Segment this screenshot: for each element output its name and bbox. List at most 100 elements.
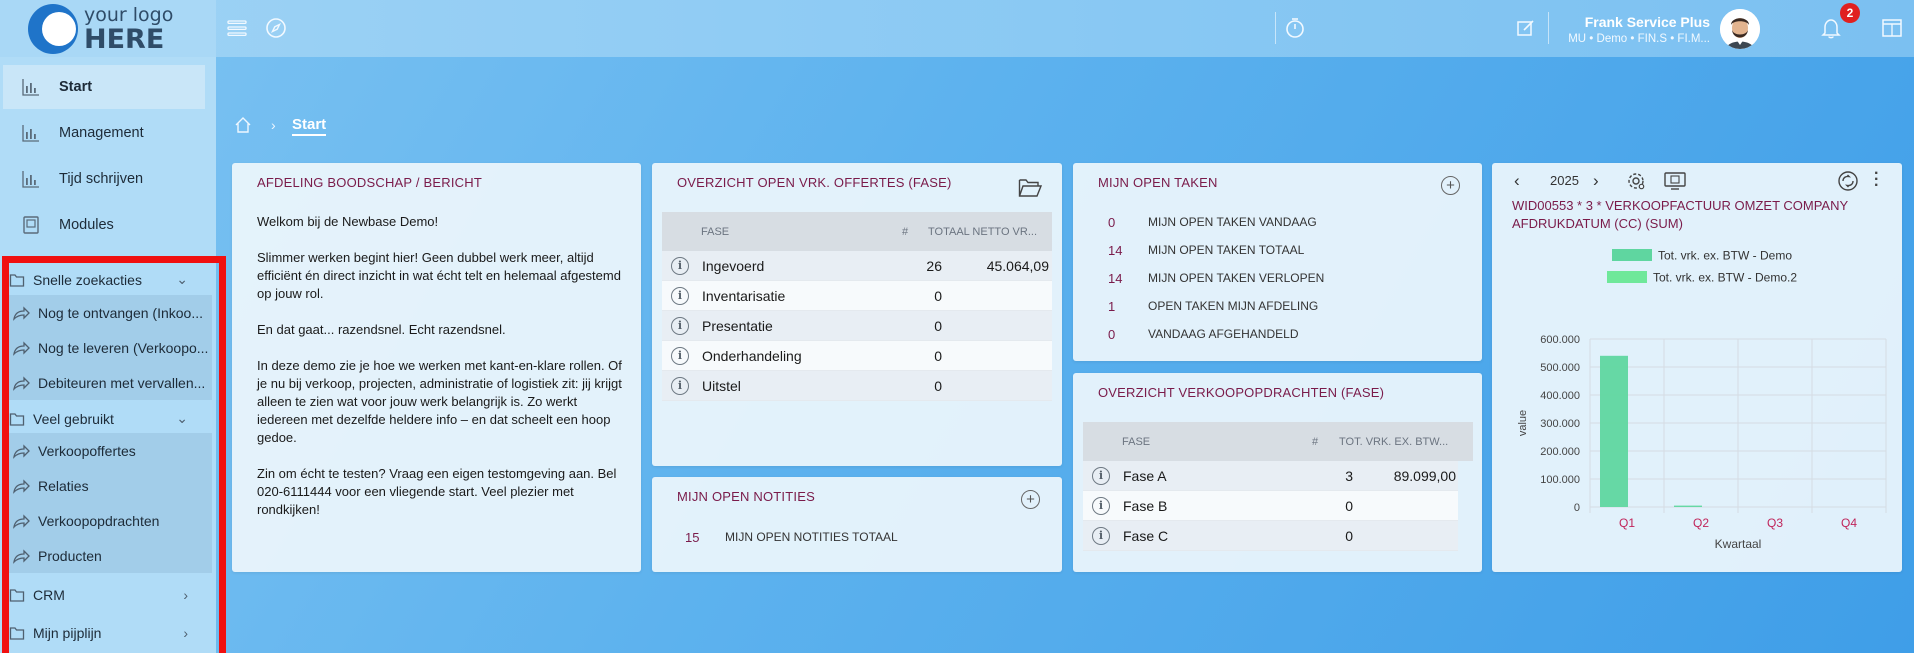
bar bbox=[1674, 505, 1702, 507]
info-icon[interactable]: i bbox=[671, 286, 689, 305]
sidebar-item-tijd-schrijven[interactable]: Tijd schrijven bbox=[3, 157, 205, 201]
info-icon[interactable]: i bbox=[1092, 496, 1110, 515]
row-total: 89.099,00 bbox=[1393, 467, 1456, 484]
opdrachten-card: OVERZICHT VERKOOPOPDRACHTEN (FASE) FASE … bbox=[1073, 373, 1482, 572]
sidebar-item-management[interactable]: Management bbox=[3, 111, 205, 155]
sidebar-item-label: Tijd schrijven bbox=[59, 171, 144, 187]
message-card: AFDELING BOODSCHAP / BERICHT Welkom bij … bbox=[232, 163, 641, 572]
column-header-fase[interactable]: FASE bbox=[1122, 436, 1150, 448]
table-header: FASE # TOTAAL NETTO VR... bbox=[662, 212, 1052, 251]
message-paragraph: Welkom bij de Newbase Demo! bbox=[257, 214, 439, 229]
table-row[interactable]: i Presentatie 0 bbox=[662, 311, 1052, 341]
y-tick-label: 400.000 bbox=[1540, 390, 1580, 402]
notities-row[interactable]: 15 MIJN OPEN NOTITIES TOTAAL bbox=[685, 527, 898, 547]
previous-year-button[interactable]: ‹ bbox=[1514, 171, 1520, 191]
settings-icon[interactable] bbox=[1626, 171, 1646, 194]
card-title: MIJN OPEN NOTITIES bbox=[677, 489, 815, 504]
taken-row[interactable]: 14 MIJN OPEN TAKEN TOTAAL bbox=[1108, 240, 1304, 260]
info-icon[interactable]: i bbox=[671, 316, 689, 335]
y-tick-label: 600.000 bbox=[1540, 334, 1580, 346]
column-header-count[interactable]: # bbox=[902, 226, 908, 238]
add-icon[interactable]: + bbox=[1021, 490, 1040, 509]
table-row[interactable]: i Inventarisatie 0 bbox=[662, 281, 1052, 311]
taken-label: MIJN OPEN TAKEN TOTAAL bbox=[1148, 243, 1305, 257]
taken-count: 0 bbox=[1108, 214, 1116, 230]
chart-title: WID00553 * 3 * VERKOOPFACTUUR OMZET COMP… bbox=[1512, 198, 1848, 231]
bell-icon[interactable] bbox=[1820, 17, 1842, 39]
row-count: 0 bbox=[1345, 527, 1353, 544]
logo-mark bbox=[28, 4, 78, 54]
taken-label: MIJN OPEN TAKEN VANDAAG bbox=[1148, 215, 1317, 229]
table-row[interactable]: i Fase A 3 89.099,00 bbox=[1083, 461, 1458, 491]
y-axis-title: value bbox=[1517, 410, 1529, 436]
table-header: FASE # TOT. VRK. EX. BTW... bbox=[1083, 422, 1473, 461]
home-icon[interactable] bbox=[234, 116, 252, 134]
next-year-button[interactable]: › bbox=[1593, 171, 1599, 191]
taken-label: VANDAAG AFGEHANDELD bbox=[1148, 327, 1299, 341]
legend-swatch bbox=[1607, 271, 1647, 283]
y-tick-label: 0 bbox=[1574, 502, 1580, 514]
logo[interactable]: your logo HERE bbox=[0, 0, 216, 57]
table-row[interactable]: i Uitstel 0 bbox=[662, 371, 1052, 401]
column-header-count[interactable]: # bbox=[1312, 436, 1318, 448]
card-title: OVERZICHT VERKOOPOPDRACHTEN (FASE) bbox=[1098, 385, 1385, 400]
info-icon[interactable]: i bbox=[1092, 466, 1110, 485]
sidebar-item-modules[interactable]: Modules bbox=[3, 203, 205, 247]
taken-count: 0 bbox=[1108, 326, 1116, 342]
taken-row[interactable]: 0 VANDAAG AFGEHANDELD bbox=[1108, 324, 1298, 344]
avatar[interactable] bbox=[1720, 9, 1760, 49]
timer-icon[interactable] bbox=[1284, 17, 1306, 39]
monitor-icon[interactable] bbox=[1664, 171, 1686, 194]
y-tick-label: 200.000 bbox=[1540, 446, 1580, 458]
x-tick-label: Q4 bbox=[1841, 516, 1857, 530]
legend-swatch bbox=[1612, 249, 1652, 261]
row-fase: Fase B bbox=[1123, 497, 1168, 514]
breadcrumb-current[interactable]: Start bbox=[292, 116, 327, 136]
chart-card: ‹ 2025 › · · · WID00553 * 3 * VERKOOPFACTU… bbox=[1492, 163, 1902, 572]
column-header-total[interactable]: TOT. VRK. EX. BTW... bbox=[1339, 436, 1469, 448]
highlight-frame bbox=[2, 256, 226, 653]
user-context[interactable]: MU • Demo • FIN.S • FI.M... bbox=[1540, 33, 1710, 45]
info-icon[interactable]: i bbox=[671, 346, 689, 365]
sidebar-item-label: Management bbox=[59, 125, 144, 141]
table-row[interactable]: i Fase B 0 bbox=[1083, 491, 1458, 521]
sidebar-item-start[interactable]: Start bbox=[3, 65, 205, 109]
refresh-icon[interactable] bbox=[1837, 170, 1859, 195]
table-row[interactable]: i Onderhandeling 0 bbox=[662, 341, 1052, 371]
row-count: 3 bbox=[1345, 467, 1353, 484]
info-icon[interactable]: i bbox=[1092, 526, 1110, 545]
folder-open-icon[interactable] bbox=[1018, 177, 1043, 199]
row-fase: Ingevoerd bbox=[702, 257, 765, 274]
modules-icon bbox=[21, 215, 41, 235]
message-paragraph: En dat gaat... razendsnel. Echt razendsn… bbox=[257, 322, 506, 337]
info-icon[interactable]: i bbox=[671, 256, 689, 275]
table-row[interactable]: i Fase C 0 bbox=[1083, 521, 1458, 551]
bar-chart: 0 100.000 200.000 300.000 400.000 500.000 600.… bbox=[1517, 249, 1887, 551]
window-icon[interactable] bbox=[1881, 17, 1903, 39]
more-options-icon[interactable]: · · · bbox=[1874, 166, 1879, 194]
table-row[interactable]: i Ingevoerd 26 45.064,09 bbox=[662, 251, 1052, 281]
row-count: 0 bbox=[1345, 497, 1353, 514]
compass-icon[interactable] bbox=[265, 17, 287, 39]
column-header-fase[interactable]: FASE bbox=[701, 226, 729, 238]
taken-row[interactable]: 14 MIJN OPEN TAKEN VERLOPEN bbox=[1108, 268, 1324, 288]
info-icon[interactable]: i bbox=[671, 376, 689, 395]
card-title: OVERZICHT OPEN VRK. OFFERTES (FASE) bbox=[677, 175, 952, 190]
taken-row[interactable]: 1 OPEN TAKEN MIJN AFDELING bbox=[1108, 296, 1318, 316]
y-tick-label: 500.000 bbox=[1540, 362, 1580, 374]
add-icon[interactable]: + bbox=[1441, 176, 1460, 195]
column-header-total[interactable]: TOTAAL NETTO VR... bbox=[928, 226, 1048, 238]
chart-icon bbox=[21, 123, 41, 143]
edit-icon[interactable] bbox=[1515, 17, 1537, 39]
y-tick-label: 100.000 bbox=[1540, 474, 1580, 486]
x-tick-label: Q1 bbox=[1619, 516, 1635, 530]
year-label[interactable]: 2025 bbox=[1550, 173, 1579, 188]
offertes-card: OVERZICHT OPEN VRK. OFFERTES (FASE) FASE… bbox=[652, 163, 1062, 466]
user-name[interactable]: Frank Service Plus bbox=[1540, 14, 1710, 30]
row-fase: Uitstel bbox=[702, 377, 741, 394]
card-title: AFDELING BOODSCHAP / BERICHT bbox=[257, 175, 482, 190]
card-title: MIJN OPEN TAKEN bbox=[1098, 175, 1218, 190]
menu-icon[interactable] bbox=[226, 17, 248, 39]
taken-row[interactable]: 0 MIJN OPEN TAKEN VANDAAG bbox=[1108, 212, 1317, 232]
taken-count: 14 bbox=[1108, 270, 1123, 286]
